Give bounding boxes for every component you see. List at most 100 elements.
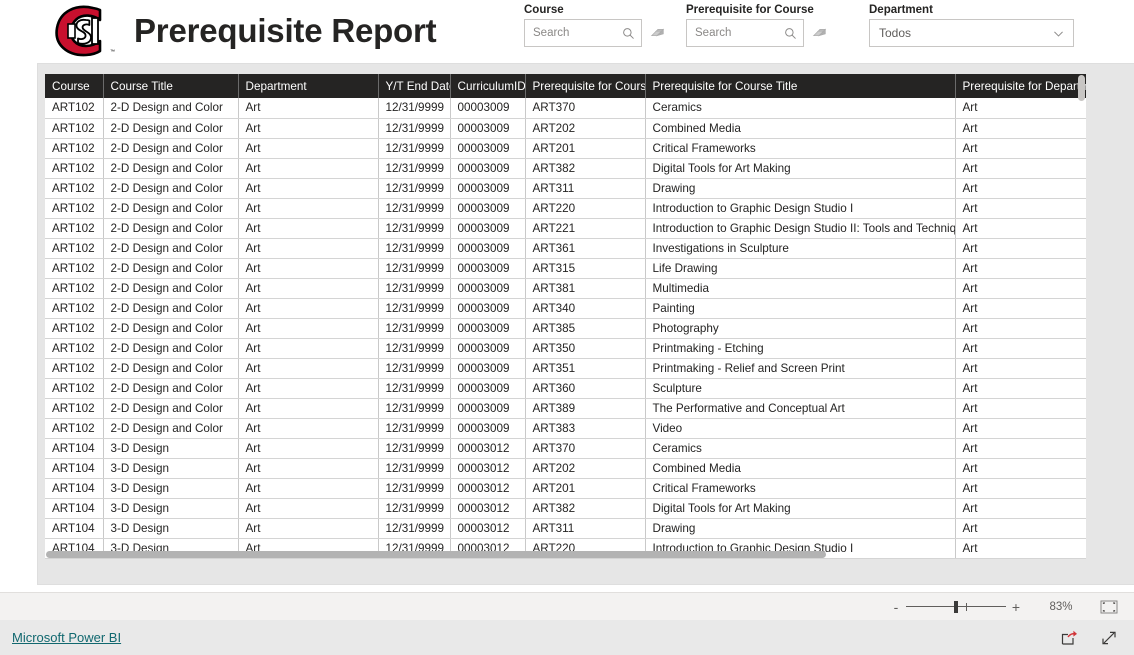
column-header-course-title[interactable]: Course Title: [103, 74, 239, 98]
cell-department: Art: [238, 98, 379, 119]
department-dropdown[interactable]: Todos: [869, 19, 1074, 47]
table-row[interactable]: ART102 2-D Design and Color Art 12/31/9999 0…: [45, 278, 1086, 299]
zoom-slider-thumb[interactable]: [954, 600, 958, 613]
vertical-scrollbar-thumb[interactable]: [1078, 75, 1085, 101]
column-header-prereq-department[interactable]: Prerequisite for Department: [955, 74, 1086, 98]
zoom-out-button[interactable]: -: [886, 600, 906, 614]
cell-course-title: 2-D Design and Color: [103, 98, 239, 119]
cell-course: ART102: [45, 158, 104, 179]
cell-department: Art: [238, 138, 379, 159]
table-row[interactable]: ART104 3-D Design Art 12/31/9999 00003012 ART…: [45, 478, 1086, 499]
search-input-course[interactable]: Search: [524, 19, 642, 47]
cell-department: Art: [238, 298, 379, 319]
column-header-curriculumid[interactable]: CurriculumID: [450, 74, 526, 98]
cell-department: Art: [238, 358, 379, 379]
cell-prereq-department: Art: [955, 458, 1086, 479]
table-row[interactable]: ART102 2-D Design and Color Art 12/31/9999 0…: [45, 158, 1086, 179]
cell-yt-end-date: 12/31/9999: [378, 258, 451, 279]
cell-yt-end-date: 12/31/9999: [378, 138, 451, 159]
cell-course: ART102: [45, 378, 104, 399]
cell-course-title: 2-D Design and Color: [103, 298, 239, 319]
cell-curriculumid: 00003009: [450, 338, 526, 359]
clear-filter-eraser-icon[interactable]: [810, 24, 828, 42]
table-row[interactable]: ART102 2-D Design and Color Art 12/31/9999 0…: [45, 238, 1086, 259]
column-header-course[interactable]: Course: [45, 74, 104, 98]
cell-prereq-course-title: Video: [645, 418, 956, 439]
table-row[interactable]: ART104 3-D Design Art 12/31/9999 00003012 ART…: [45, 458, 1086, 479]
search-input-prerequisite[interactable]: Search: [686, 19, 804, 47]
cell-prereq-course-title: Combined Media: [645, 118, 956, 139]
cell-course-title: 3-D Design: [103, 438, 239, 459]
table-row[interactable]: ART104 3-D Design Art 12/31/9999 00003012 ART…: [45, 498, 1086, 519]
horizontal-scrollbar-thumb[interactable]: [46, 551, 826, 558]
cell-course-title: 2-D Design and Color: [103, 418, 239, 439]
cell-prereq-course: ART361: [525, 238, 646, 259]
cell-prereq-course-title: Critical Frameworks: [645, 138, 956, 159]
zoom-slider[interactable]: [906, 600, 1006, 614]
cell-prereq-course-title: Ceramics: [645, 438, 956, 459]
table-row[interactable]: ART102 2-D Design and Color Art 12/31/9999 0…: [45, 98, 1086, 119]
cell-yt-end-date: 12/31/9999: [378, 358, 451, 379]
cell-prereq-department: Art: [955, 318, 1086, 339]
cell-department: Art: [238, 118, 379, 139]
cell-prereq-course: ART221: [525, 218, 646, 239]
zoom-in-button[interactable]: +: [1006, 600, 1026, 614]
cell-course-title: 3-D Design: [103, 458, 239, 479]
cell-prereq-course: ART350: [525, 338, 646, 359]
table-row[interactable]: ART102 2-D Design and Color Art 12/31/9999 0…: [45, 418, 1086, 439]
cell-curriculumid: 00003009: [450, 198, 526, 219]
cell-curriculumid: 00003009: [450, 178, 526, 199]
cell-department: Art: [238, 498, 379, 519]
report-footer: Microsoft Power BI: [0, 620, 1134, 655]
cell-prereq-department: Art: [955, 438, 1086, 459]
horizontal-scrollbar[interactable]: [45, 550, 1086, 559]
table-row[interactable]: ART102 2-D Design and Color Art 12/31/9999 0…: [45, 138, 1086, 159]
table-visual[interactable]: Course Course Title Department Y/T End D…: [45, 74, 1086, 559]
column-header-department[interactable]: Department: [238, 74, 379, 98]
cell-department: Art: [238, 338, 379, 359]
table-row[interactable]: ART104 3-D Design Art 12/31/9999 00003012 ART…: [45, 438, 1086, 459]
clear-filter-eraser-icon[interactable]: [648, 24, 666, 42]
table-row[interactable]: ART102 2-D Design and Color Art 12/31/9999 0…: [45, 378, 1086, 399]
fit-to-page-button[interactable]: [1098, 599, 1120, 615]
table-row[interactable]: ART102 2-D Design and Color Art 12/31/9999 0…: [45, 398, 1086, 419]
table-row[interactable]: ART102 2-D Design and Color Art 12/31/9999 0…: [45, 178, 1086, 199]
table-row[interactable]: ART102 2-D Design and Color Art 12/31/9999 0…: [45, 218, 1086, 239]
cell-prereq-course: ART385: [525, 318, 646, 339]
cell-course-title: 2-D Design and Color: [103, 398, 239, 419]
report-header: ™ Prerequisite Report Course Search Prer…: [0, 0, 1134, 64]
cell-prereq-department: Art: [955, 258, 1086, 279]
share-icon[interactable]: [1060, 629, 1078, 647]
table-row[interactable]: ART102 2-D Design and Color Art 12/31/9999 0…: [45, 338, 1086, 359]
cell-department: Art: [238, 458, 379, 479]
cell-yt-end-date: 12/31/9999: [378, 478, 451, 499]
cell-course: ART104: [45, 478, 104, 499]
fullscreen-icon[interactable]: [1100, 629, 1118, 647]
column-header-yt-end-date[interactable]: Y/T End Date: [378, 74, 451, 98]
cell-department: Art: [238, 398, 379, 419]
table-row[interactable]: ART102 2-D Design and Color Art 12/31/9999 0…: [45, 298, 1086, 319]
table-row[interactable]: ART104 3-D Design Art 12/31/9999 00003012 ART…: [45, 518, 1086, 539]
table-row[interactable]: ART102 2-D Design and Color Art 12/31/9999 0…: [45, 258, 1086, 279]
cell-yt-end-date: 12/31/9999: [378, 378, 451, 399]
cell-prereq-department: Art: [955, 338, 1086, 359]
table-row[interactable]: ART102 2-D Design and Color Art 12/31/9999 0…: [45, 198, 1086, 219]
vertical-scrollbar[interactable]: [1077, 74, 1086, 559]
column-header-prereq-course-title[interactable]: Prerequisite for Course Title: [645, 74, 956, 98]
cell-yt-end-date: 12/31/9999: [378, 318, 451, 339]
cell-yt-end-date: 12/31/9999: [378, 158, 451, 179]
cell-department: Art: [238, 238, 379, 259]
table-row[interactable]: ART102 2-D Design and Color Art 12/31/9999 0…: [45, 358, 1086, 379]
table-row[interactable]: ART102 2-D Design and Color Art 12/31/9999 0…: [45, 118, 1086, 139]
microsoft-power-bi-link[interactable]: Microsoft Power BI: [12, 630, 121, 645]
cell-prereq-course: ART220: [525, 198, 646, 219]
chevron-down-icon: [1054, 31, 1063, 37]
cell-yt-end-date: 12/31/9999: [378, 338, 451, 359]
column-header-prereq-course[interactable]: Prerequisite for Course: [525, 74, 646, 98]
slicer-course-label: Course: [524, 4, 564, 16]
cell-department: Art: [238, 278, 379, 299]
search-prerequisite-placeholder: Search: [695, 27, 732, 39]
table-row[interactable]: ART102 2-D Design and Color Art 12/31/9999 0…: [45, 318, 1086, 339]
cell-course: ART104: [45, 518, 104, 539]
cell-prereq-department: Art: [955, 118, 1086, 139]
